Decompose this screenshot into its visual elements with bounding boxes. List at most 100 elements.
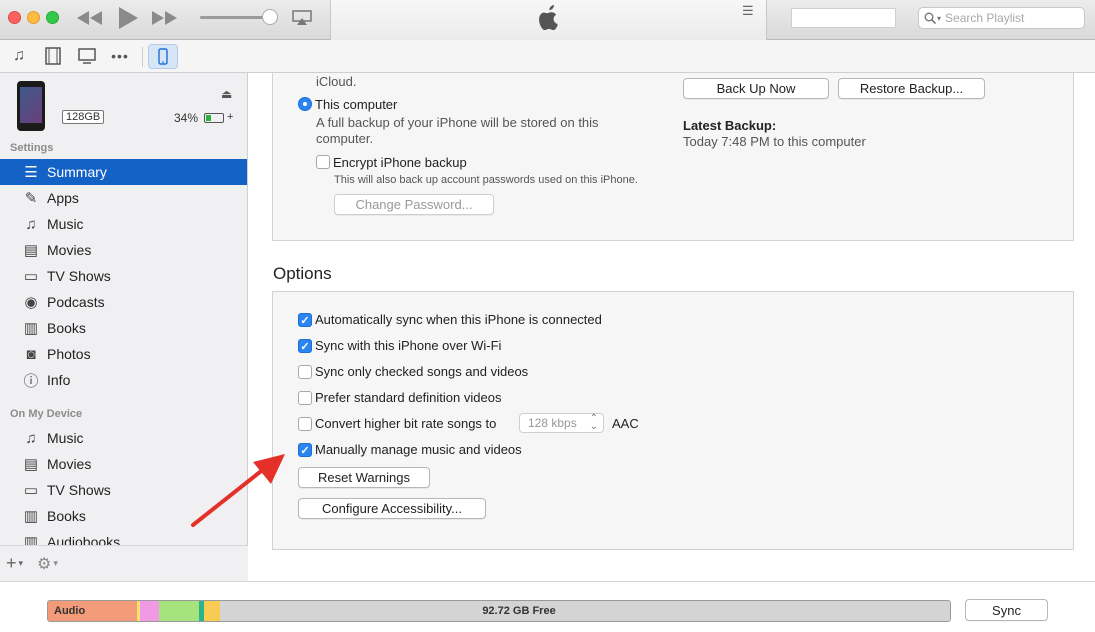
auto-sync-checkbox[interactable]: ✓	[298, 313, 312, 327]
wifi-sync-checkbox[interactable]: ✓	[298, 339, 312, 353]
standard-definition-label: Prefer standard definition videos	[315, 390, 502, 405]
this-computer-description: A full backup of your iPhone will be sto…	[316, 115, 599, 130]
sidebar-item-podcasts[interactable]: ◉ Podcasts	[0, 289, 247, 315]
film-icon: ▤	[23, 456, 39, 473]
volume-slider-knob[interactable]	[262, 9, 278, 25]
sidebar-item-movies[interactable]: ▤ Movies	[0, 237, 247, 263]
next-track-button[interactable]	[150, 6, 180, 30]
sidebar-item-tv-shows[interactable]: ▭ TV Shows	[0, 263, 247, 289]
configure-accessibility-button[interactable]: Configure Accessibility...	[298, 498, 486, 519]
capacity-badge: 128GB	[62, 110, 105, 124]
movies-button[interactable]	[41, 45, 65, 67]
manually-manage-checkbox[interactable]: ✓	[298, 443, 312, 457]
sidebar-item-label: Podcasts	[47, 294, 105, 310]
gear-icon[interactable]: ⚙	[37, 554, 51, 574]
sidebar-item-label: Books	[47, 508, 86, 524]
convert-bitrate-label: Convert higher bit rate songs to	[315, 416, 497, 431]
encrypt-backup-checkbox[interactable]	[316, 155, 330, 169]
tv-shows-button[interactable]	[75, 45, 99, 67]
chevron-down-icon: ▾	[18, 558, 24, 568]
fast-forward-icon	[152, 11, 177, 25]
tv-icon	[78, 48, 96, 64]
media-toolbar: ♫ •••	[0, 40, 1095, 73]
close-window-button[interactable]	[8, 11, 21, 24]
title-bar: ☰ ▾	[0, 0, 1095, 40]
sidebar-item-books[interactable]: ▥ Books	[0, 315, 247, 341]
settings-section-header: Settings	[10, 142, 54, 154]
sidebar-footer: + ▾ ⚙ ▾	[0, 545, 248, 581]
play-button[interactable]	[115, 6, 141, 30]
encrypt-backup-label: Encrypt iPhone backup	[333, 155, 467, 170]
eject-icon[interactable]: ⏏	[221, 87, 232, 101]
more-button[interactable]: •••	[108, 45, 132, 67]
sidebar-item-label: Info	[47, 372, 71, 388]
this-computer-radio[interactable]	[298, 97, 312, 111]
wifi-sync-label: Sync with this iPhone over Wi-Fi	[315, 338, 502, 353]
podcast-icon: ◉	[24, 294, 38, 311]
more-icon: •••	[111, 48, 129, 64]
device-header[interactable]: 128GB 34% + ⏏	[0, 73, 247, 137]
convert-bitrate-checkbox[interactable]	[298, 417, 312, 431]
play-icon	[119, 7, 138, 29]
encrypt-backup-description: This will also back up account passwords…	[334, 174, 638, 186]
checked-only-checkbox[interactable]	[298, 365, 312, 379]
device-button[interactable]	[148, 44, 178, 69]
bitrate-format-label: AAC	[612, 416, 639, 431]
latest-backup-value: Today 7:48 PM to this computer	[683, 134, 866, 149]
iphone-image	[17, 81, 45, 131]
apple-logo-icon	[539, 5, 558, 31]
sidebar-item-label: Music	[47, 430, 84, 446]
camera-icon: ◙	[26, 345, 36, 363]
sync-button[interactable]: Sync	[965, 599, 1048, 621]
bitrate-select[interactable]: 128 kbps ⌃ ⌄	[519, 413, 604, 433]
bitrate-value: 128 kbps	[528, 416, 577, 430]
stepper-icon: ⌃ ⌄	[589, 413, 598, 432]
zoom-window-button[interactable]	[46, 11, 59, 24]
add-icon[interactable]: +	[6, 553, 17, 574]
book-icon: ▥	[23, 508, 39, 525]
book-icon: ▥	[23, 320, 39, 337]
iphone-icon	[158, 48, 168, 65]
restore-backup-button[interactable]: Restore Backup...	[838, 78, 985, 99]
search-field[interactable]: ▾	[918, 7, 1085, 29]
sidebar-item-photos[interactable]: ◙ Photos	[0, 341, 247, 367]
sidebar-item-summary[interactable]: ☰ Summary	[0, 159, 247, 185]
chevron-down-icon: ▾	[937, 13, 942, 23]
search-icon	[924, 12, 936, 24]
search-input[interactable]	[945, 11, 1076, 25]
sidebar-item-music[interactable]: ♫ Music	[0, 211, 247, 237]
free-space-label: 92.72 GB Free	[482, 605, 556, 617]
charging-icon: +	[227, 111, 234, 123]
music-button[interactable]: ♫	[7, 45, 31, 67]
sidebar-item-label: TV Shows	[47, 268, 111, 284]
options-title: Options	[273, 264, 332, 283]
auto-sync-label: Automatically sync when this iPhone is c…	[315, 312, 602, 327]
minimize-window-button[interactable]	[27, 11, 40, 24]
list-icon: ☰	[24, 164, 38, 181]
capacity-bar: Audio 92.72 GB Free	[47, 600, 951, 622]
airplay-icon	[292, 10, 312, 25]
status-display	[330, 0, 767, 40]
change-password-button[interactable]: Change Password...	[334, 194, 494, 215]
checkmark-icon: ✓	[300, 314, 310, 327]
music-note-icon: ♫	[25, 215, 37, 233]
summary-content: iCloud. This computer A full backup of y…	[249, 73, 1095, 581]
account-field[interactable]	[791, 8, 896, 28]
red-arrow-annotation-icon	[191, 454, 285, 527]
music-note-icon: ♫	[25, 429, 37, 447]
sidebar-item-apps[interactable]: ✎ Apps	[0, 185, 247, 211]
sidebar-item-label: Photos	[47, 346, 91, 362]
battery-percentage: 34%	[174, 111, 199, 125]
apps-icon: ✎	[24, 190, 38, 207]
sidebar-item-label: Summary	[47, 164, 107, 180]
back-up-now-button[interactable]: Back Up Now	[683, 78, 829, 99]
reset-warnings-button[interactable]: Reset Warnings	[298, 467, 430, 488]
previous-track-button[interactable]	[75, 6, 105, 30]
sidebar-item-label: TV Shows	[47, 482, 111, 498]
airplay-button[interactable]	[290, 6, 314, 30]
rewind-icon	[77, 11, 102, 25]
up-next-list-icon[interactable]: ☰	[742, 3, 754, 19]
standard-definition-checkbox[interactable]	[298, 391, 312, 405]
on-my-device-section-header: On My Device	[10, 408, 83, 420]
sidebar-item-info[interactable]: ⓘ Info	[0, 367, 247, 393]
